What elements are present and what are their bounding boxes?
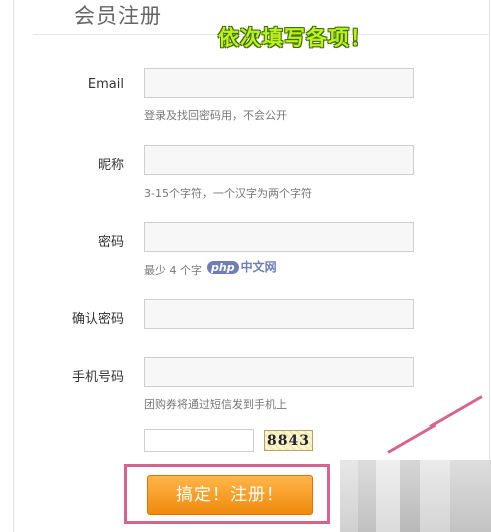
confirm-password-label: 确认密码 xyxy=(71,312,124,327)
blurred-area xyxy=(340,460,491,532)
register-submit-button[interactable]: 搞定！注册！ xyxy=(147,475,313,515)
phone-hint: 团购券将通过短信发到手机上 xyxy=(144,398,287,411)
watermark-logo: php xyxy=(207,261,239,274)
email-field[interactable] xyxy=(144,68,414,98)
confirm-password-field[interactable] xyxy=(144,299,414,329)
password-hint: 最少 4 个字 xyxy=(144,264,202,277)
email-hint: 登录及找回密码用，不会公开 xyxy=(144,109,287,122)
captcha-field[interactable] xyxy=(144,429,254,452)
captcha-image[interactable]: 8843 xyxy=(264,430,313,451)
instruction-callout: 依次填写各项！ xyxy=(218,25,372,50)
watermark-text: 中文网 xyxy=(240,260,277,274)
phone-field[interactable] xyxy=(144,357,414,387)
nickname-label: 昵称 xyxy=(97,158,124,173)
nickname-hint: 3-15个字符，一个汉字为两个字符 xyxy=(144,187,312,200)
email-label: Email xyxy=(87,77,124,92)
annotation-line xyxy=(429,395,483,428)
nickname-field[interactable] xyxy=(144,145,414,175)
submit-highlight-box: 搞定！注册！ xyxy=(124,464,330,524)
right-border xyxy=(489,0,490,470)
watermark: php 中文网 xyxy=(207,258,277,275)
password-label: 密码 xyxy=(97,235,124,250)
password-field[interactable] xyxy=(144,222,414,252)
page-title: 会员注册 xyxy=(74,4,162,28)
annotation-line xyxy=(387,423,437,454)
phone-label: 手机号码 xyxy=(71,370,124,385)
